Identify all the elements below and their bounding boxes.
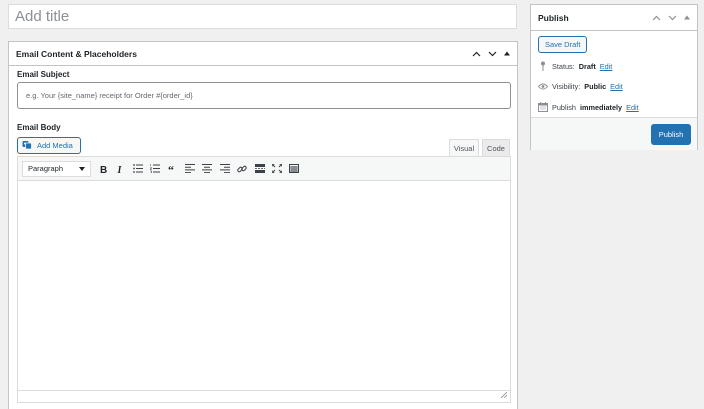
tab-visual[interactable]: Visual bbox=[449, 139, 479, 156]
toolbar-toggle-icon[interactable] bbox=[286, 161, 302, 177]
editor-toolbar: Paragraph B I “ bbox=[17, 156, 511, 181]
status-edit-link[interactable]: Edit bbox=[600, 62, 613, 71]
toggle-panel-icon[interactable] bbox=[504, 51, 510, 56]
email-content-handles bbox=[472, 51, 510, 57]
blockquote-icon[interactable]: “ bbox=[165, 161, 181, 177]
read-more-icon[interactable] bbox=[252, 161, 268, 177]
align-center-icon[interactable] bbox=[199, 161, 215, 177]
move-down-icon[interactable] bbox=[488, 51, 497, 57]
post-title-input[interactable] bbox=[8, 4, 517, 29]
move-up-icon[interactable] bbox=[652, 15, 661, 21]
publish-time-value: immediately bbox=[579, 102, 623, 112]
email-content-postbox: Email Content & Placeholders Email Subje… bbox=[8, 41, 518, 409]
italic-icon[interactable]: I bbox=[112, 161, 128, 177]
email-subject-input[interactable] bbox=[17, 82, 511, 109]
visibility-edit-link[interactable]: Edit bbox=[610, 82, 623, 91]
align-right-icon[interactable] bbox=[217, 161, 233, 177]
add-media-icon bbox=[22, 140, 33, 152]
chevron-down-icon bbox=[79, 164, 85, 173]
move-down-icon[interactable] bbox=[668, 15, 677, 21]
svg-text:B: B bbox=[100, 165, 107, 174]
publish-button[interactable]: Publish bbox=[651, 124, 691, 145]
email-body-editor[interactable] bbox=[17, 181, 511, 391]
bulleted-list-icon[interactable] bbox=[130, 161, 146, 177]
fullscreen-icon[interactable] bbox=[269, 161, 285, 177]
email-content-header: Email Content & Placeholders bbox=[9, 42, 517, 66]
svg-text:“: “ bbox=[168, 165, 174, 173]
major-publishing-actions: Publish bbox=[531, 117, 697, 150]
eye-icon bbox=[538, 83, 548, 90]
svg-text:I: I bbox=[117, 165, 123, 174]
add-media-button[interactable]: Add Media bbox=[17, 137, 81, 154]
toggle-panel-icon[interactable] bbox=[684, 15, 690, 20]
visibility-value: Public bbox=[584, 82, 607, 91]
publish-handles bbox=[652, 15, 690, 21]
add-media-label: Add Media bbox=[37, 141, 73, 150]
visibility-label: Visibility: bbox=[552, 82, 581, 91]
tab-code[interactable]: Code bbox=[482, 139, 510, 156]
publish-time-row: Publish immediately Edit bbox=[538, 102, 639, 112]
email-content-heading: Email Content & Placeholders bbox=[16, 48, 137, 59]
link-icon[interactable] bbox=[234, 161, 250, 177]
bold-icon[interactable]: B bbox=[95, 161, 111, 177]
publish-postbox: Publish Save Draft Status: Draft Edit Vi… bbox=[530, 4, 698, 150]
resize-handle-icon[interactable] bbox=[500, 390, 508, 400]
numbered-list-icon[interactable] bbox=[147, 161, 163, 177]
publish-header: Publish bbox=[531, 5, 697, 31]
format-select[interactable]: Paragraph bbox=[22, 160, 91, 177]
format-select-value: Paragraph bbox=[28, 164, 64, 173]
publish-time-label: Publish bbox=[552, 102, 576, 112]
status-row: Status: Draft Edit bbox=[538, 61, 612, 71]
status-label: Status: bbox=[552, 61, 575, 71]
pin-icon bbox=[538, 61, 548, 71]
save-draft-button[interactable]: Save Draft bbox=[538, 36, 588, 53]
move-up-icon[interactable] bbox=[472, 51, 481, 57]
email-subject-label: Email Subject bbox=[17, 70, 70, 79]
email-body-label: Email Body bbox=[17, 123, 61, 132]
publish-time-edit-link[interactable]: Edit bbox=[626, 103, 639, 112]
calendar-icon bbox=[538, 102, 548, 112]
editor-status-bar bbox=[17, 390, 511, 403]
align-left-icon[interactable] bbox=[182, 161, 198, 177]
visibility-row: Visibility: Public Edit bbox=[538, 82, 623, 91]
publish-heading: Publish bbox=[538, 12, 569, 23]
status-value: Draft bbox=[578, 61, 596, 71]
